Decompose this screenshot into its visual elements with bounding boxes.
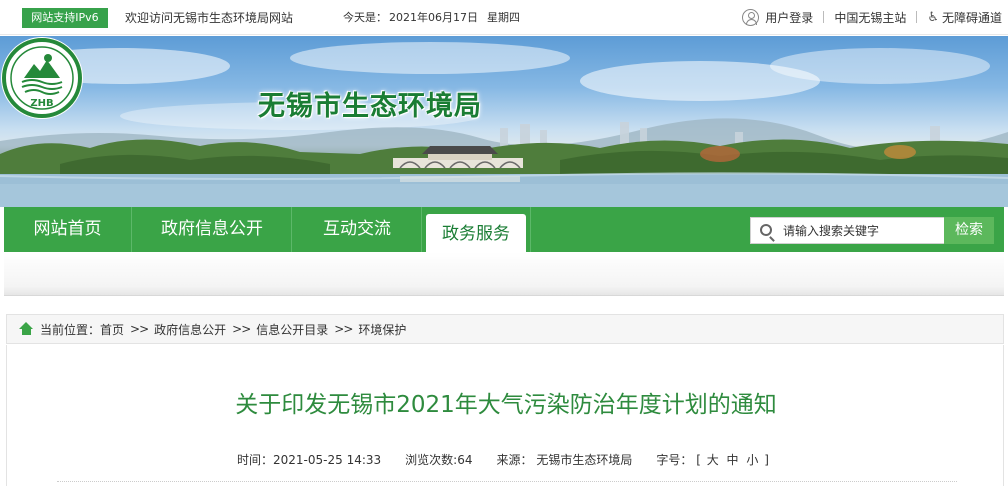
source-value: 无锡市生态环境局 (536, 453, 633, 467)
nav-home[interactable]: 网站首页 (4, 207, 131, 252)
nav-divider (421, 207, 422, 252)
accessibility-link[interactable]: ♿ 无障碍通道 (927, 9, 1002, 26)
views-label: 浏览次数: (405, 453, 458, 467)
view-count: 浏览次数:64 (405, 451, 472, 468)
breadcrumb-env[interactable]: 环境保护 (358, 321, 406, 338)
date-display: 今天是： 2021年06月17日 星期四 (343, 9, 522, 27)
breadcrumb-separator: >> (130, 322, 149, 336)
nav-divider (530, 207, 531, 252)
publish-time: 时间：2021-05-25 14:33 (237, 451, 381, 468)
header-banner: ZHB 无锡市生态环境局 (0, 36, 1008, 207)
source: 来源： 无锡市生态环境局 (496, 451, 632, 468)
time-value: 2021-05-25 14:33 (273, 453, 382, 467)
breadcrumb-home[interactable]: 首页 (100, 321, 124, 338)
article-title: 关于印发无锡市2021年大气污染防治年度计划的通知 (235, 392, 777, 418)
date-value: 2021年06月17日 (389, 11, 478, 24)
fontsize-bracket-open: [ (696, 453, 701, 467)
font-small-button[interactable]: 小 (746, 453, 758, 467)
ipv6-badge: 网站支持IPv6 (22, 8, 108, 28)
search-input[interactable] (783, 222, 938, 240)
main-site-link[interactable]: 中国无锡主站 (834, 9, 906, 26)
font-large-button[interactable]: 大 (707, 453, 719, 467)
divider (823, 11, 825, 23)
banner-landscape (0, 42, 1008, 207)
top-links: 用户登录 中国无锡主站 ♿ 无障碍通道 (742, 7, 1002, 27)
article-panel: 关于印发无锡市2021年大气污染防治年度计划的通知 时间：2021-05-25 … (6, 345, 1004, 486)
breadcrumb-catalog[interactable]: 信息公开目录 (256, 321, 328, 338)
fontsize-bracket-close: ] (764, 453, 769, 467)
source-label: 来源： (496, 453, 533, 467)
bureau-logo: ZHB (1, 37, 83, 119)
sub-nav-band (4, 252, 1004, 296)
divider (916, 11, 918, 23)
font-size-control: 字号： [ 大 中 小 ] (656, 451, 769, 468)
nav-divider (131, 207, 132, 252)
nav-gov-services[interactable]: 政务服务 (426, 214, 526, 252)
login-label: 用户登录 (765, 10, 814, 25)
search-icon (760, 224, 772, 236)
welcome-text: 欢迎访问无锡市生态环境局网站 (125, 11, 294, 25)
svg-text:ZHB: ZHB (30, 98, 53, 109)
article-meta: 时间：2021-05-25 14:33 浏览次数:64 来源： 无锡市生态环境局… (237, 451, 769, 468)
nav-divider (291, 207, 292, 252)
search-box (750, 217, 945, 244)
breadcrumb-separator: >> (232, 322, 251, 336)
views-value: 64 (457, 453, 473, 467)
accessibility-label: 无障碍通道 (941, 10, 1002, 25)
nav-interaction[interactable]: 互动交流 (293, 207, 421, 252)
site-title: 无锡市生态环境局 (258, 91, 482, 122)
date-label: 今天是： (343, 11, 387, 24)
weekday: 星期四 (487, 11, 520, 24)
main-nav: 网站首页 政府信息公开 互动交流 政务服务 检索 (4, 207, 1004, 252)
breadcrumb: 当前位置： 首页 >> 政府信息公开 >> 信息公开目录 >> 环境保护 (6, 314, 1004, 344)
wheelchair-icon: ♿ (927, 9, 939, 25)
main-site-label: 中国无锡主站 (834, 10, 907, 25)
divider (57, 481, 957, 482)
fontsize-label: 字号： (656, 453, 693, 467)
nav-gov-info[interactable]: 政府信息公开 (133, 207, 291, 252)
breadcrumb-separator: >> (334, 322, 353, 336)
user-icon (742, 8, 760, 26)
home-icon (19, 322, 34, 336)
font-medium-button[interactable]: 中 (727, 453, 739, 467)
login-link[interactable]: 用户登录 (742, 8, 814, 26)
breadcrumb-gov-info[interactable]: 政府信息公开 (154, 321, 226, 338)
top-bar: 网站支持IPv6 欢迎访问无锡市生态环境局网站 今天是： 2021年06月17日 … (0, 0, 1008, 35)
search-button[interactable]: 检索 (944, 217, 994, 244)
breadcrumb-label: 当前位置： (40, 322, 101, 337)
time-label: 时间： (237, 453, 274, 467)
